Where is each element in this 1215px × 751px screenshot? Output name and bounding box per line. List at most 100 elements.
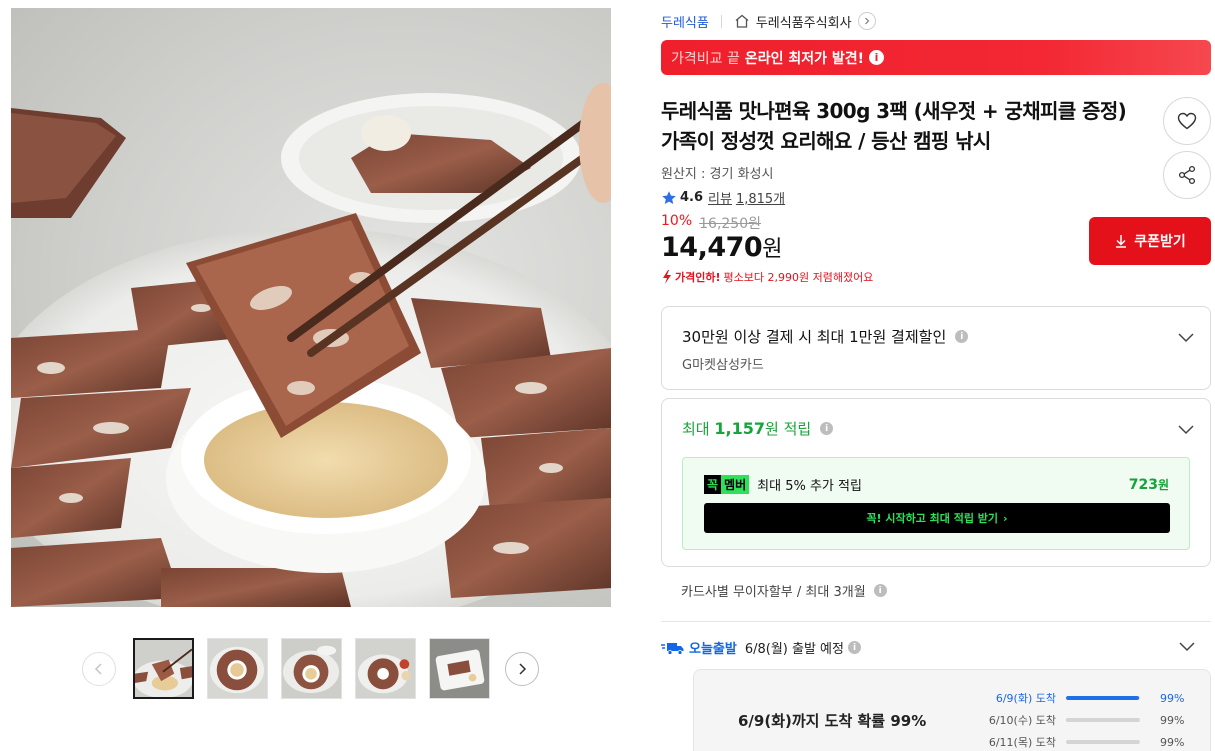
brand-link[interactable]: 두레식품 xyxy=(661,12,709,31)
membership-start-button[interactable]: 꼭! 시작하고 최대 적립 받기 › xyxy=(704,503,1170,533)
store-link[interactable]: 두레식품주식회사 xyxy=(756,12,852,31)
product-photo xyxy=(11,83,611,607)
probability-bar-fill xyxy=(1066,740,1140,744)
arrival-probability-box: 6/9(화)까지 도착 확률 99% 6/9(화) 도착 99% 6/10(수)… xyxy=(693,669,1211,751)
membership-badge: 꼭 멤버 xyxy=(704,475,750,494)
card-name: G마켓삼성카드 xyxy=(682,358,764,373)
thumbnail-image xyxy=(356,639,415,698)
wishlist-button[interactable] xyxy=(1163,97,1211,145)
thumbnail-image xyxy=(282,639,341,698)
membership-amount: 723원 xyxy=(1129,476,1169,493)
chevron-right-icon: › xyxy=(1003,511,1008,525)
main-product-image[interactable] xyxy=(11,8,611,607)
card-discount-box[interactable]: 30만원 이상 결제 시 최대 1만원 결제할인 i G마켓삼성카드 xyxy=(661,306,1211,390)
membership-box: 꼭 멤버 최대 5% 추가 적립 723원 꼭! 시작하고 최대 적립 받기 › xyxy=(682,457,1190,550)
home-icon xyxy=(735,14,749,28)
star-icon xyxy=(662,190,676,204)
original-price: 16,250원 xyxy=(699,216,761,232)
arrival-date: 6/10(수) 도착 xyxy=(988,714,1056,727)
membership-cta-label: 꼭! 시작하고 최대 적립 받기 xyxy=(866,512,999,525)
probability-percent: 99% xyxy=(1160,713,1185,727)
info-icon[interactable]: i xyxy=(869,50,885,65)
point-unit: 원 xyxy=(765,420,779,438)
origin-text: 원산지 : 경기 화성시 xyxy=(661,167,774,182)
chevron-down-icon[interactable] xyxy=(1177,636,1197,656)
installment-text: 카드사별 무이자할부 / 최대 3개월 xyxy=(681,585,866,600)
arrival-title: 6/9(화)까지 도착 확률 99% xyxy=(738,712,927,730)
price-drop-label: 가격인하! xyxy=(675,271,721,284)
chevron-down-icon[interactable] xyxy=(1176,419,1196,439)
sale-price-value: 14,470 xyxy=(661,232,763,263)
probability-bar-fill xyxy=(1066,696,1140,700)
price-drop-text: 평소보다 2,990원 저렴해졌어요 xyxy=(723,271,874,284)
discount-row: 10% 16,250원 xyxy=(661,213,761,233)
arrival-probability-row: 6/10(수) 도착 99% xyxy=(984,712,1194,728)
download-icon xyxy=(1116,235,1127,248)
currency-unit: 원 xyxy=(762,237,782,262)
thumbnail-1[interactable] xyxy=(133,638,194,699)
seller-row: 두레식품 두레식품주식회사 xyxy=(661,10,876,32)
arrival-date: 6/11(목) 도착 xyxy=(988,736,1056,749)
chevron-right-icon xyxy=(864,17,869,25)
thumbnail-image xyxy=(135,640,192,697)
arrival-date: 6/9(화) 도착 xyxy=(995,692,1056,705)
section-divider xyxy=(661,621,1211,622)
chevron-down-icon[interactable] xyxy=(1176,327,1196,347)
review-link[interactable]: 리뷰 xyxy=(708,188,732,207)
thumbnail-image xyxy=(208,639,267,698)
thumbnail-prev-button[interactable] xyxy=(82,652,116,686)
membership-text: 최대 5% 추가 적립 xyxy=(757,479,862,494)
coupon-download-button[interactable]: 쿠폰받기 xyxy=(1089,217,1211,265)
price-down-icon xyxy=(663,270,671,284)
info-icon[interactable]: i xyxy=(847,641,861,654)
membership-amount-unit: 원 xyxy=(1157,478,1169,492)
card-discount-title: 30만원 이상 결제 시 최대 1만원 결제할인 xyxy=(682,328,947,346)
thumbnail-strip xyxy=(133,638,490,699)
sale-price: 14,470원 xyxy=(661,231,782,263)
installment-info: 카드사별 무이자할부 / 최대 3개월 i xyxy=(681,581,887,600)
thumbnail-4[interactable] xyxy=(355,638,416,699)
probability-bar xyxy=(1066,718,1140,722)
point-amount-text: 최대 1,157원 적립 xyxy=(682,418,811,439)
arrival-probability-row: 6/11(목) 도착 99% xyxy=(984,734,1194,750)
heart-icon xyxy=(1177,112,1197,130)
promo-highlight: 온라인 최저가 발견! xyxy=(744,50,865,67)
today-shipping-label: 오늘출발 xyxy=(689,642,737,657)
probability-bar-fill xyxy=(1066,718,1140,722)
shipping-row[interactable]: 오늘출발 6/8(월) 출발 예정 i xyxy=(661,638,1211,657)
thumbnail-image xyxy=(430,639,489,698)
point-amount: 1,157 xyxy=(714,419,765,438)
delivery-truck-icon xyxy=(661,642,684,655)
chevron-right-icon xyxy=(519,663,527,675)
review-count[interactable]: 1,815개 xyxy=(736,188,785,207)
card-discount-title-row: 30만원 이상 결제 시 최대 1만원 결제할인 i xyxy=(682,326,969,347)
point-prefix: 최대 xyxy=(682,420,710,438)
probability-bar xyxy=(1066,740,1140,744)
rating-row: 4.6 리뷰 1,815개 xyxy=(661,188,785,207)
membership-badge-a: 꼭 xyxy=(704,475,722,494)
product-title: 두레식품 맛나편육 300g 3팩 (새우젓 + 궁채피클 증정) 가족이 정성… xyxy=(661,99,1127,153)
thumbnail-5[interactable] xyxy=(429,638,490,699)
share-icon xyxy=(1178,165,1196,185)
divider xyxy=(720,14,722,28)
promo-prefix: 가격비교 끝 xyxy=(671,50,740,67)
membership-badge-b: 멤버 xyxy=(721,475,750,494)
lowest-price-banner[interactable]: 가격비교 끝 온라인 최저가 발견! i xyxy=(661,40,1211,75)
thumbnail-2[interactable] xyxy=(207,638,268,699)
probability-bar xyxy=(1066,696,1140,700)
share-button[interactable] xyxy=(1163,151,1211,199)
rating-value: 4.6 xyxy=(680,190,704,205)
arrival-probability-row: 6/9(화) 도착 99% xyxy=(984,690,1194,706)
store-chevron-button[interactable] xyxy=(857,12,876,30)
probability-percent: 99% xyxy=(1160,735,1185,749)
membership-row: 꼭 멤버 최대 5% 추가 적립 723원 xyxy=(704,475,1169,494)
info-icon[interactable]: i xyxy=(955,330,969,343)
info-icon[interactable]: i xyxy=(873,584,887,597)
info-icon[interactable]: i xyxy=(820,422,834,435)
coupon-button-label: 쿠폰받기 xyxy=(1134,233,1186,249)
discount-rate: 10% xyxy=(661,213,693,229)
probability-percent: 99% xyxy=(1160,691,1185,705)
price-drop-notice: 가격인하! 평소보다 2,990원 저렴해졌어요 xyxy=(661,269,873,285)
thumbnail-next-button[interactable] xyxy=(505,652,539,686)
thumbnail-3[interactable] xyxy=(281,638,342,699)
